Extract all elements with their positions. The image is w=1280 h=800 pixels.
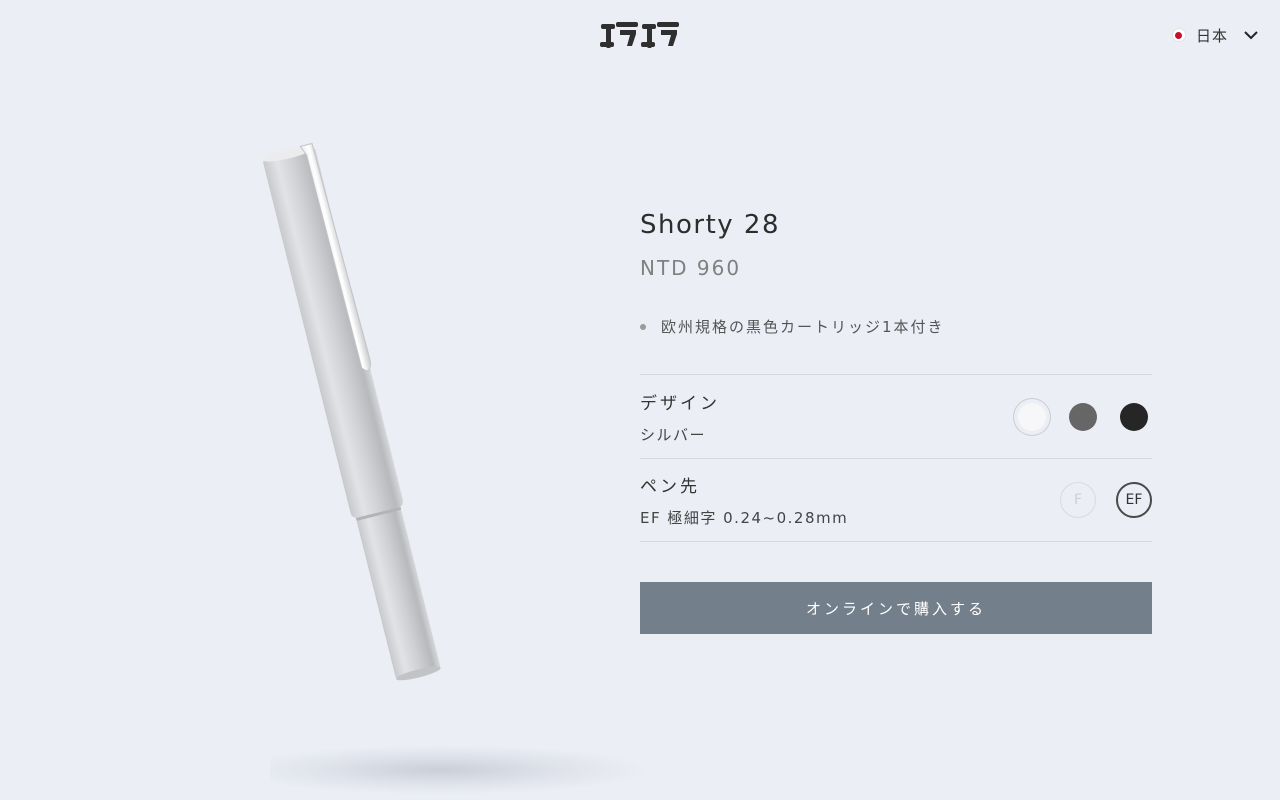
feature-list: 欧州規格の黒色カートリッジ1本付き	[640, 316, 1152, 338]
chevron-down-icon	[1244, 31, 1258, 40]
nib-selected-value: EF 極細字 0.24~0.28mm	[640, 509, 849, 527]
nib-options: F EF	[1060, 482, 1152, 518]
brand-logo[interactable]	[598, 18, 682, 54]
design-label: デザイン	[640, 393, 720, 414]
product-shadow	[270, 745, 650, 795]
design-swatches	[1014, 399, 1152, 435]
design-option-row: デザイン シルバー	[640, 374, 1152, 458]
swatch-color	[1018, 402, 1046, 431]
nib-option-f[interactable]: F	[1060, 482, 1096, 518]
swatch-black[interactable]	[1116, 399, 1152, 435]
product-price: NTD 960	[640, 256, 742, 280]
nib-label: ペン先	[640, 477, 700, 497]
nib-option-row: ペン先 EF 極細字 0.24~0.28mm F EF	[640, 458, 1152, 542]
nib-option-ef[interactable]: EF	[1116, 482, 1152, 518]
product-title: Shorty 28	[640, 210, 781, 240]
swatch-color	[1120, 402, 1148, 431]
swatch-gray[interactable]	[1065, 399, 1101, 435]
product-image	[200, 140, 480, 700]
product-info: Shorty 28 NTD 960 欧州規格の黒色カートリッジ1本付き デザイン…	[640, 210, 1152, 634]
japan-flag-icon	[1171, 28, 1186, 42]
design-selected-value: シルバー	[640, 425, 707, 444]
swatch-silver[interactable]	[1014, 399, 1050, 435]
product-page: 日本 Shorty 28 NTD 960 欧州規格の黒色カートリッジ1本付き デ…	[0, 0, 1280, 800]
buy-online-button[interactable]: オンラインで購入する	[640, 582, 1152, 634]
language-label: 日本	[1195, 26, 1228, 45]
swatch-color	[1069, 402, 1097, 431]
feature-item: 欧州規格の黒色カートリッジ1本付き	[640, 316, 1152, 338]
language-selector[interactable]: 日本	[1171, 24, 1260, 46]
